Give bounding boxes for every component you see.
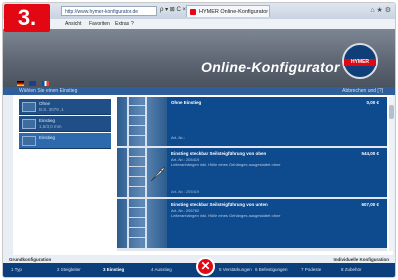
step-befestigungen[interactable]: 6 Befestigungen [255, 263, 288, 277]
instruction-text: Wählen Sie einen Einstieg [19, 88, 78, 94]
product-image [117, 97, 167, 146]
menu-ansicht[interactable]: Ansicht [65, 19, 81, 29]
app-header: Online-Konfigurator HYMER [3, 29, 395, 87]
product-footer: Art.-Nr.: 205419 [171, 189, 200, 194]
step-number-badge: 3. [4, 4, 50, 32]
app-title: Online-Konfigurator [201, 59, 340, 75]
language-flags [17, 73, 50, 86]
browser-tab[interactable]: HYMER Online-Konfigurator [186, 5, 270, 17]
product-card[interactable]: Ohne Einstieg Art.-Nr.: 0,00 € [117, 97, 387, 147]
summary-item-type[interactable]: Ohne B.S. 3079 ,1 [19, 99, 111, 115]
product-name: Ohne Einstieg [171, 100, 202, 105]
product-price: 0,00 € [366, 100, 379, 105]
browser-icons[interactable]: ⌂ ★ ⚙ [370, 6, 391, 14]
selection-summary: Ohne B.S. 3079 ,1 Einstieg 1,5/3,0 mm Ei… [17, 97, 113, 251]
menu-favoriten[interactable]: Favoriten [89, 19, 110, 29]
menu-help[interactable]: ? [131, 19, 134, 29]
product-image [117, 199, 167, 248]
screenshot-frame: http://www.hymer-konfigurator.de ρ ▾ ⊠ C… [2, 2, 396, 278]
product-price: 544,00 € [361, 151, 379, 156]
favicon-icon [190, 9, 196, 15]
product-article: Art.-Nr.: [171, 135, 185, 140]
product-description: Leiteranhängen inkl. Hölle eines Gehänge… [171, 162, 281, 167]
flag-uk-icon[interactable] [29, 81, 37, 86]
summary-thumb [22, 119, 36, 129]
scrollbar[interactable] [389, 97, 394, 251]
flag-de-icon[interactable] [17, 81, 24, 86]
step-steigleiter[interactable]: 2 Steigleiter [57, 263, 81, 277]
product-name: Einstieg steckbar Seilsteigführung von u… [171, 202, 268, 207]
hymer-logo: HYMER [342, 43, 378, 79]
summary-thumb [22, 102, 36, 112]
summary-title: Einstieg [39, 135, 56, 140]
product-card[interactable]: Einstieg steckbar Seilsteigführung von u… [117, 199, 387, 249]
summary-sub: B.S. 3079 ,1 [39, 107, 64, 112]
address-bar[interactable]: http://www.hymer-konfigurator.de [61, 6, 157, 16]
step-typ[interactable]: 1 Typ [11, 263, 22, 277]
summary-thumb [22, 136, 36, 146]
logo-text: HYMER [344, 59, 376, 66]
scroll-thumb[interactable] [389, 105, 394, 119]
summary-sub: 1,5/3,0 mm [39, 124, 62, 129]
browser-menu-bar: Ansicht Favoriten Extras ? [3, 19, 395, 29]
tab-title: HYMER Online-Konfigurator [199, 9, 269, 15]
product-price: 607,00 € [361, 202, 379, 207]
summary-item-ladder[interactable]: Einstieg 1,5/3,0 mm [19, 116, 111, 132]
step-podeste[interactable]: 7 Podeste [301, 263, 321, 277]
product-description: Leiteranhängen inkl. Hölle eines Gehänge… [171, 213, 281, 218]
browser-toolbar: http://www.hymer-konfigurator.de ρ ▾ ⊠ C… [3, 3, 395, 19]
step-einstieg[interactable]: 3 Einstieg [103, 263, 124, 277]
flag-fr-icon[interactable] [41, 81, 49, 86]
step-verstaerkungen[interactable]: 5 Verstärkungen [219, 263, 252, 277]
menu-extras[interactable]: Extras [115, 19, 129, 29]
sub-header: Wählen Sie einen Einstieg Abbrechen und … [3, 87, 395, 95]
cancel-link[interactable]: Abbrechen und [?] [342, 87, 383, 95]
address-controls[interactable]: ρ ▾ ⊠ C × [160, 6, 186, 13]
close-icon[interactable]: ✕ [196, 257, 215, 276]
step-zubehoer[interactable]: 8 Zubehör [341, 263, 362, 277]
product-name: Einstieg steckbar Seilsteigführung von o… [171, 151, 267, 156]
summary-item-entry[interactable]: Einstieg [19, 133, 111, 149]
step-ausstieg[interactable]: 4 Ausstieg [151, 263, 172, 277]
mouse-pointer-icon [150, 166, 166, 182]
main-content: Ohne B.S. 3079 ,1 Einstieg 1,5/3,0 mm Ei… [13, 95, 394, 255]
